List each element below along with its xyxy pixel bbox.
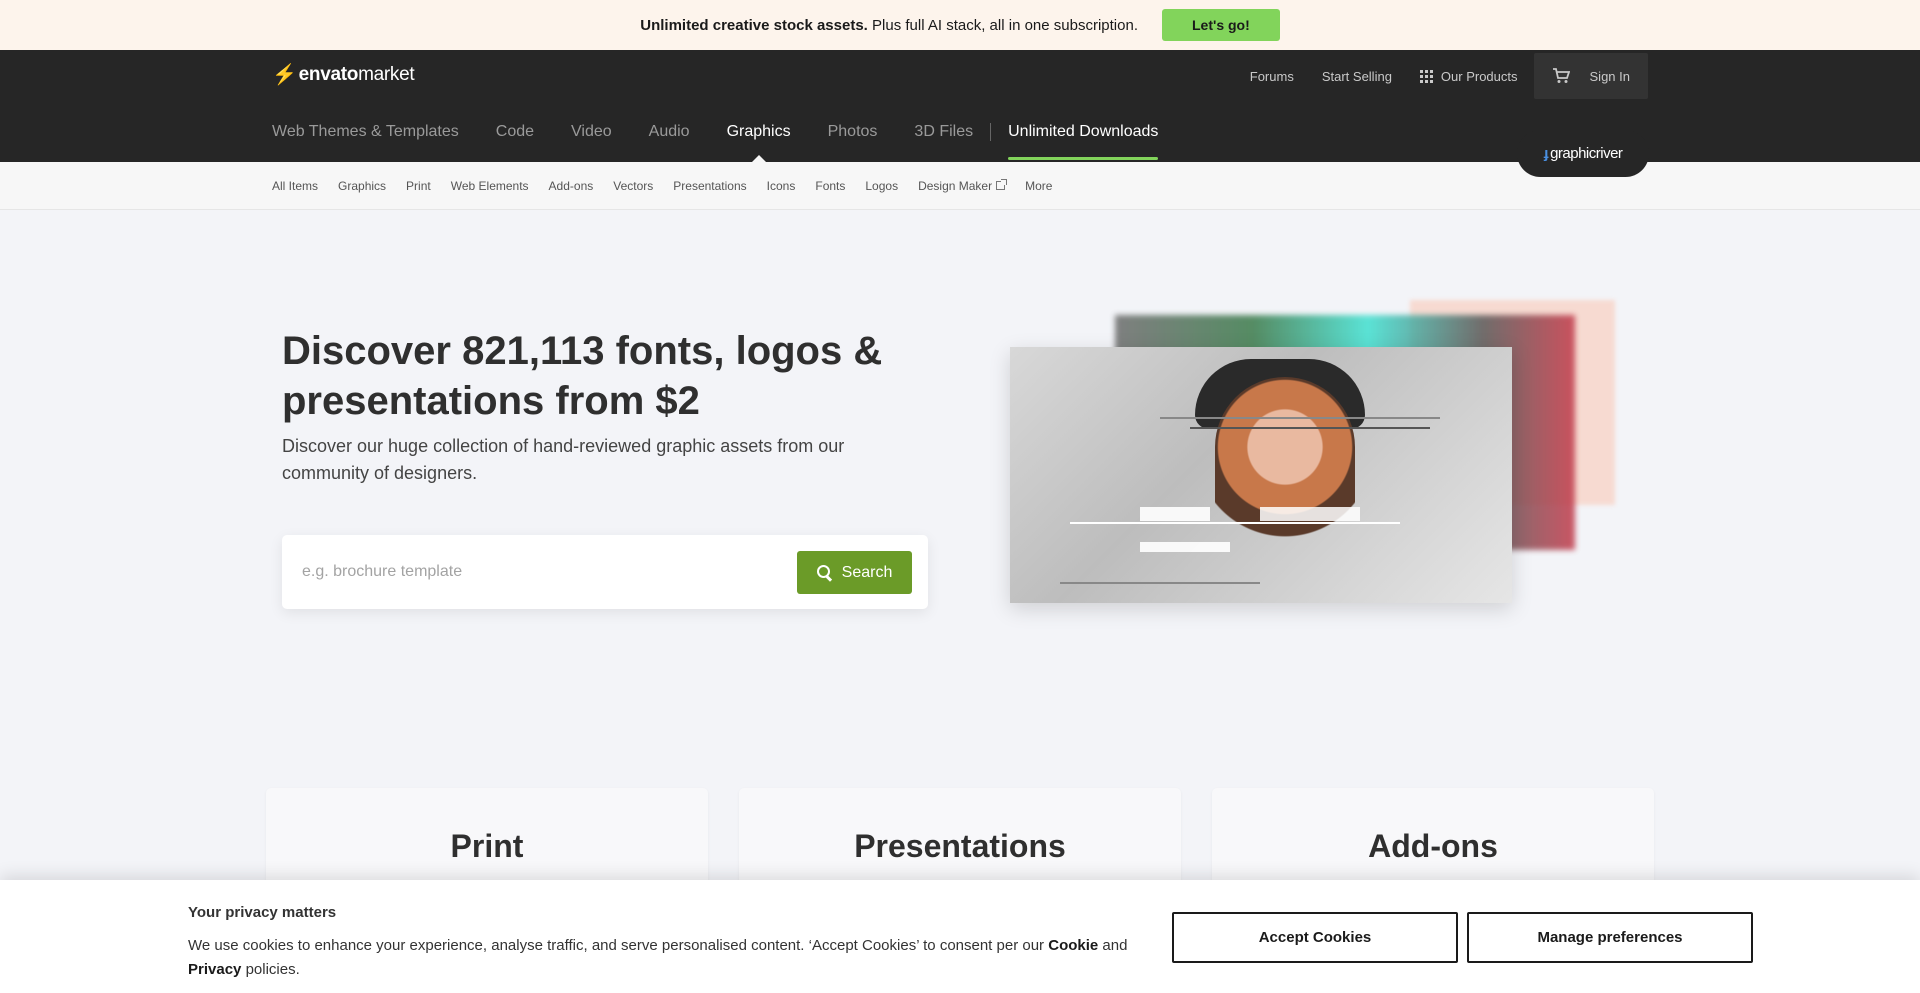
subnav-icons[interactable]: Icons [767, 179, 796, 193]
nav-unlimited-downloads[interactable]: Unlimited Downloads [1008, 102, 1159, 162]
glitch-line [1070, 522, 1400, 524]
our-products-label: Our Products [1440, 68, 1518, 84]
header-top-bar: ⚡ envato market Forums Start Selling Our P… [0, 50, 1920, 102]
cart-signin-box: Sign In [1533, 53, 1648, 99]
subnav-add-ons[interactable]: Add-ons [549, 179, 594, 193]
glitch-line [1060, 582, 1260, 584]
header-top-links: Forums Start Selling Our Products Sign I… [1222, 50, 1648, 102]
logo-envato-text: envato [298, 63, 359, 85]
graphicriver-badge[interactable]: ɟ graphicriver [1517, 130, 1649, 177]
forums-link[interactable]: Forums [1250, 69, 1294, 84]
subnav-web-elements[interactable]: Web Elements [451, 179, 529, 193]
subnav-print[interactable]: Print [406, 179, 431, 193]
collage-front-image [1010, 347, 1512, 603]
cookie-banner: Your privacy matters We use cookies to e… [0, 880, 1920, 993]
hero-title: Discover 821,113 fonts, logos & presenta… [282, 329, 883, 423]
subnav-vectors[interactable]: Vectors [613, 179, 653, 193]
glitch-line [1190, 427, 1430, 429]
nav-photos[interactable]: Photos [828, 102, 878, 162]
main-category-nav: Web Themes & Templates Code Video Audio … [272, 102, 1195, 162]
logo-market-text: market [358, 63, 415, 85]
card-title: Presentations [854, 828, 1066, 864]
sign-in-link[interactable]: Sign In [1590, 69, 1630, 84]
promo-sub-text: Plus full AI stack, all in one subscript… [872, 16, 1138, 34]
glitch-block [1260, 507, 1360, 521]
promo-banner: Unlimited creative stock assets. Plus fu… [0, 0, 1920, 50]
lets-go-button[interactable]: Let's go! [1161, 9, 1280, 41]
subnav-design-maker[interactable]: Design Maker [918, 178, 1008, 193]
card-title: Add-ons [1368, 828, 1498, 864]
graphicriver-leaf-icon: ɟ [1543, 145, 1549, 162]
subnav-fonts[interactable]: Fonts [815, 179, 845, 193]
promo-bold-text: Unlimited creative stock assets. [640, 16, 868, 34]
search-input[interactable] [302, 557, 762, 587]
subnav-all-items[interactable]: All Items [272, 179, 318, 193]
design-maker-label: Design Maker [918, 178, 993, 193]
subnav-presentations[interactable]: Presentations [673, 179, 746, 193]
grid-icon [1419, 69, 1433, 83]
hero-lead: Discover our huge collection of hand-rev… [282, 436, 845, 483]
nav-web-themes[interactable]: Web Themes & Templates [272, 102, 459, 162]
glitch-block [1140, 507, 1210, 521]
nav-graphics[interactable]: Graphics [727, 102, 791, 162]
external-link-icon [996, 179, 1008, 190]
hero-section: Discover 821,113 fonts, logos & presenta… [0, 210, 1920, 787]
subnav-graphics[interactable]: Graphics [338, 179, 386, 193]
cookie-title: Your privacy matters [188, 904, 337, 921]
start-selling-link[interactable]: Start Selling [1322, 69, 1392, 84]
search-box: Search [282, 535, 928, 609]
card-title: Print [450, 828, 524, 864]
search-button-label: Search [841, 563, 893, 581]
nav-video[interactable]: Video [571, 102, 612, 162]
nav-divider [990, 123, 992, 141]
graphicriver-badge-text: graphicriver [1550, 145, 1623, 162]
nav-audio[interactable]: Audio [649, 102, 690, 162]
glitch-line [1160, 417, 1440, 419]
promo-text: Unlimited creative stock assets. Plus fu… [640, 17, 1138, 34]
envato-market-logo[interactable]: ⚡ envato market [272, 62, 415, 87]
search-button[interactable]: Search [797, 551, 912, 594]
portrait-face [1215, 377, 1355, 577]
envato-leaf-icon: ⚡ [272, 64, 297, 86]
accept-cookies-button[interactable]: Accept Cookies [1172, 912, 1458, 963]
nav-code[interactable]: Code [496, 102, 534, 162]
subnav-logos[interactable]: Logos [865, 179, 898, 193]
our-products-link[interactable]: Our Products [1419, 68, 1518, 84]
cookie-policy-link[interactable]: Cookie [1048, 937, 1098, 954]
hero-image-collage [1010, 290, 1630, 620]
nav-3d-files[interactable]: 3D Files [914, 102, 973, 162]
subnav-more[interactable]: More [1025, 179, 1052, 193]
glitch-block [1140, 542, 1230, 552]
search-icon [816, 565, 832, 580]
manage-preferences-button[interactable]: Manage preferences [1467, 912, 1753, 963]
cart-icon[interactable] [1552, 68, 1570, 84]
privacy-policy-link[interactable]: Privacy [188, 961, 241, 978]
cookie-text: We use cookies to enhance your experienc… [188, 937, 1128, 978]
